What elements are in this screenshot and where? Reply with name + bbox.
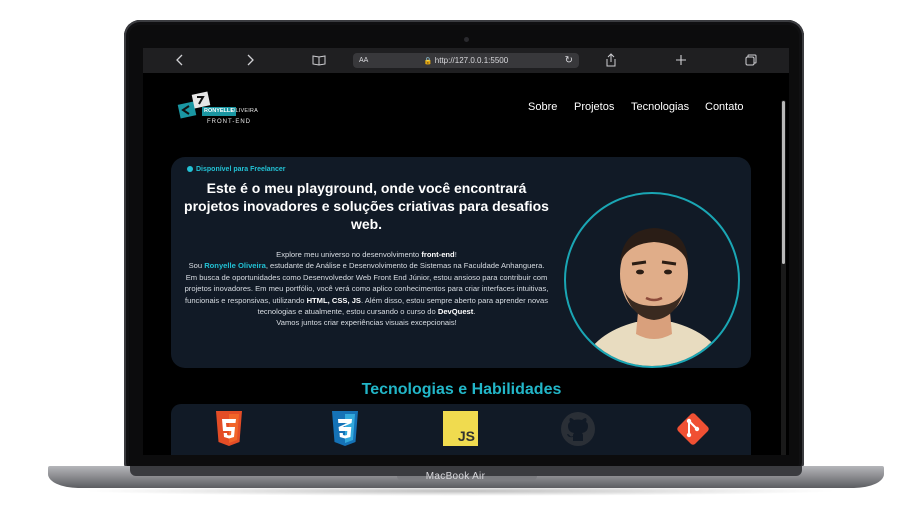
para-text: Sou [188,261,205,271]
chevron-right-icon[interactable] [243,53,257,68]
nav-tecnologias[interactable]: Tecnologias [631,101,689,113]
url-text: 🔒 http://127.0.0.1:5500 [353,53,579,69]
hero-headline: Este é o meu playground, onde você encon… [184,180,549,232]
logo-subtitle: FRONT-END [207,119,251,125]
badge-text: Disponível para Freelancer [196,166,286,173]
para-bold: DevQuest [437,307,474,317]
nav-projetos[interactable]: Projetos [574,101,614,113]
github-icon [560,411,596,452]
reload-icon[interactable]: ↻ [565,53,573,68]
para-text: . [473,307,476,317]
para-text: Vamos juntos criar experiências visuais … [276,318,457,328]
js-label: JS [457,428,475,444]
css3-icon [330,411,360,452]
nav-sobre[interactable]: Sobre [528,101,557,113]
web-page: RONYELLE OLIVEIRA FRONT-END Sobre Projet… [143,73,786,455]
url-value: http://127.0.0.1:5500 [434,56,509,65]
screen: AA 🔒 http://127.0.0.1:5500 ↻ RONYELLE OL… [143,48,789,455]
share-icon[interactable] [603,53,619,68]
para-bold: HTML, CSS, JS [306,295,361,305]
profile-photo [564,192,740,368]
hero-paragraph: Explore meu universo no desenvolvimento … [183,249,550,329]
lock-icon: 🔒 [423,58,433,65]
para-text: ! [454,250,457,259]
skills-title: Tecnologias e Habilidades [361,381,562,398]
para-bold: front-end [421,250,455,259]
git-icon [675,411,711,452]
device-label: MacBook Air [425,471,486,482]
html5-icon [214,411,244,452]
status-dot-icon [187,166,193,172]
address-bar[interactable]: AA 🔒 http://127.0.0.1:5500 ↻ [353,53,579,68]
browser-toolbar: AA 🔒 http://127.0.0.1:5500 ↻ [143,48,789,73]
book-icon[interactable] [311,53,327,68]
tabs-icon[interactable] [743,53,759,68]
para-text: Explore meu universo no desenvolvimento [276,250,422,259]
scrollbar-thumb[interactable] [782,101,785,264]
avatar-illustration [581,228,727,366]
chevron-left-icon[interactable] [173,53,187,68]
plus-icon[interactable] [673,53,689,68]
nav-contato[interactable]: Contato [705,101,744,113]
para-name: Ronyelle Oliveira [204,261,266,271]
logo-last-name: OLIVEIRA [231,108,258,114]
camera-icon [464,37,469,42]
javascript-icon: JS [443,411,478,446]
freelancer-badge: Disponível para Freelancer [187,166,285,173]
